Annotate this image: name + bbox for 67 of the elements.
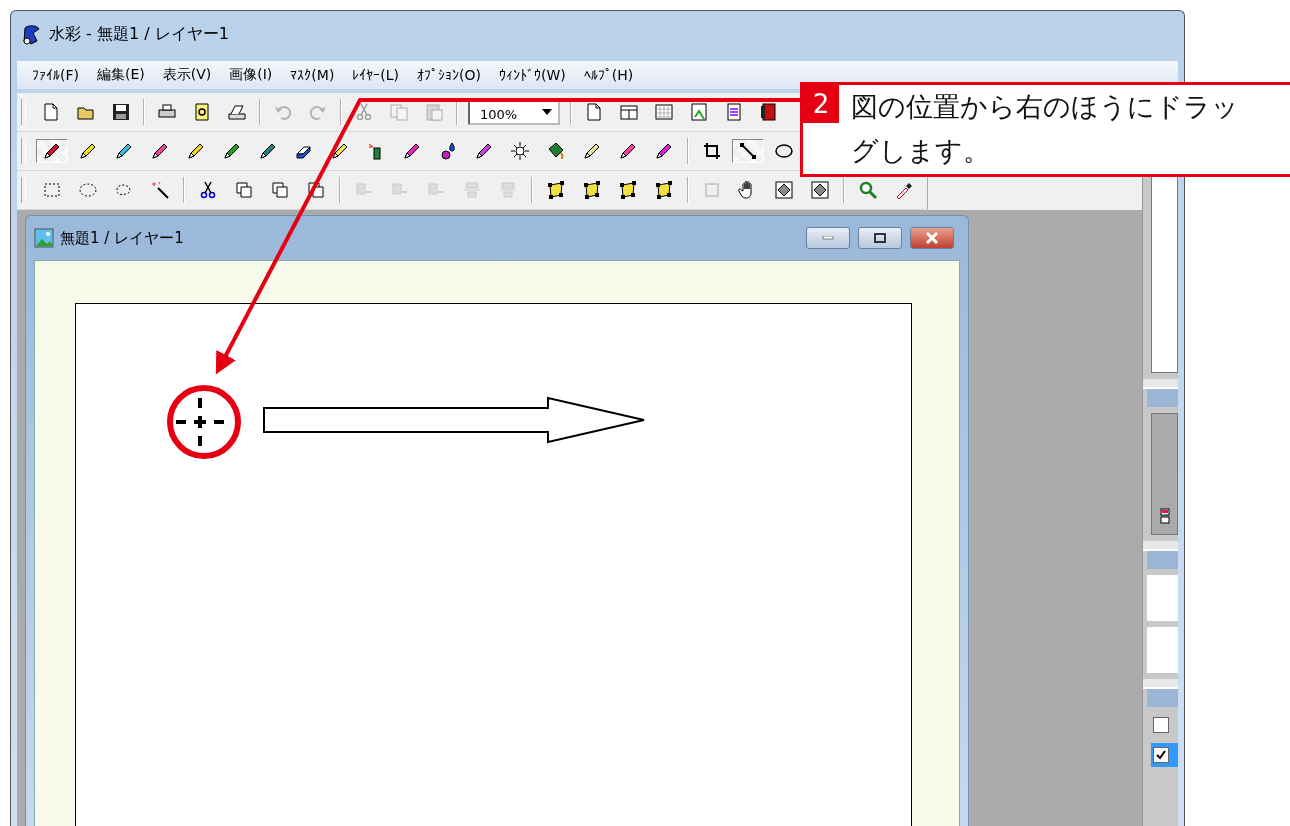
- pencil-icon: [258, 141, 278, 161]
- eyedropper-icon: [894, 180, 914, 200]
- handle-icon: [582, 180, 602, 200]
- line-icon: [738, 141, 758, 161]
- align-icon: [462, 180, 482, 200]
- copy-icon: [389, 102, 409, 122]
- paste-icon: [424, 102, 444, 122]
- align-icon: [498, 180, 518, 200]
- handle-icon: [654, 180, 674, 200]
- magic-wand-icon: [150, 180, 170, 200]
- preview-icon: [192, 102, 212, 122]
- menu-item[interactable]: ﾍﾙﾌﾟ(H): [574, 67, 643, 83]
- scanner-icon: [227, 102, 247, 122]
- scissors-icon: [198, 180, 218, 200]
- ellipse-icon: [774, 141, 794, 161]
- blob-icon: [438, 141, 458, 161]
- checkbox[interactable]: [1153, 717, 1170, 733]
- panel-header: [1147, 551, 1178, 569]
- brush-tip-icon: [1159, 508, 1170, 524]
- close-icon: [925, 232, 939, 244]
- minimize-button[interactable]: [806, 227, 850, 249]
- maximize-icon: [874, 233, 886, 243]
- menu-item[interactable]: ﾏｽｸ(M): [281, 67, 344, 83]
- diamond-icon: [810, 180, 830, 200]
- window-title: 水彩 - 無題1 / レイヤー1: [49, 24, 229, 45]
- book-icon: [759, 102, 779, 122]
- caret-icon: [542, 109, 552, 115]
- frame-icon: [702, 180, 722, 200]
- scissors-icon: [354, 102, 374, 122]
- window-icon: [619, 102, 639, 122]
- document-title: 無題1 / レイヤー1: [60, 228, 184, 248]
- page-icon: [584, 102, 604, 122]
- minimize-icon: [822, 236, 834, 240]
- crosshair-cursor-icon: [174, 396, 226, 448]
- picture-icon: [34, 228, 54, 248]
- menu-item[interactable]: ｵﾌﾟｼｮﾝ(O): [408, 67, 491, 83]
- marker-icon: [222, 141, 242, 161]
- shapes-icon: [270, 180, 290, 200]
- menu-item[interactable]: ﾚｲﾔｰ(L): [343, 67, 409, 83]
- picture-icon: [689, 102, 709, 122]
- menu-item[interactable]: 編集(E): [88, 66, 154, 84]
- handle-icon: [546, 180, 566, 200]
- crop-icon: [702, 141, 722, 161]
- rectangle-select-icon: [42, 180, 62, 200]
- ellipse-select-icon: [78, 180, 98, 200]
- checkbox[interactable]: [1153, 747, 1170, 763]
- diamond-icon: [774, 180, 794, 200]
- menu-item[interactable]: ﾌｧｲﾙ(F): [23, 67, 88, 83]
- bucket-icon: [546, 141, 566, 161]
- grid-icon: [654, 102, 674, 122]
- handle-icon: [618, 180, 638, 200]
- menu-item[interactable]: 表示(V): [153, 66, 221, 84]
- panel-header: [1147, 389, 1178, 407]
- step-number: 2: [803, 85, 839, 123]
- shapes-icon: [234, 180, 254, 200]
- page-icon: [41, 102, 61, 122]
- sun-icon: [510, 141, 530, 161]
- maximize-button[interactable]: [858, 227, 902, 249]
- menu-item[interactable]: 画像(I): [220, 66, 282, 84]
- callout-text: 図の位置から右のほうにドラッグします。: [850, 90, 1240, 168]
- list-icon: [724, 102, 744, 122]
- panel-header: [1147, 689, 1178, 707]
- zoom-icon: [858, 180, 878, 200]
- line-button[interactable]: [732, 139, 764, 163]
- shapes-icon: [306, 180, 326, 200]
- close-button[interactable]: [910, 227, 954, 249]
- menu-item[interactable]: ｳｨﾝﾄﾞｳ(W): [490, 67, 575, 83]
